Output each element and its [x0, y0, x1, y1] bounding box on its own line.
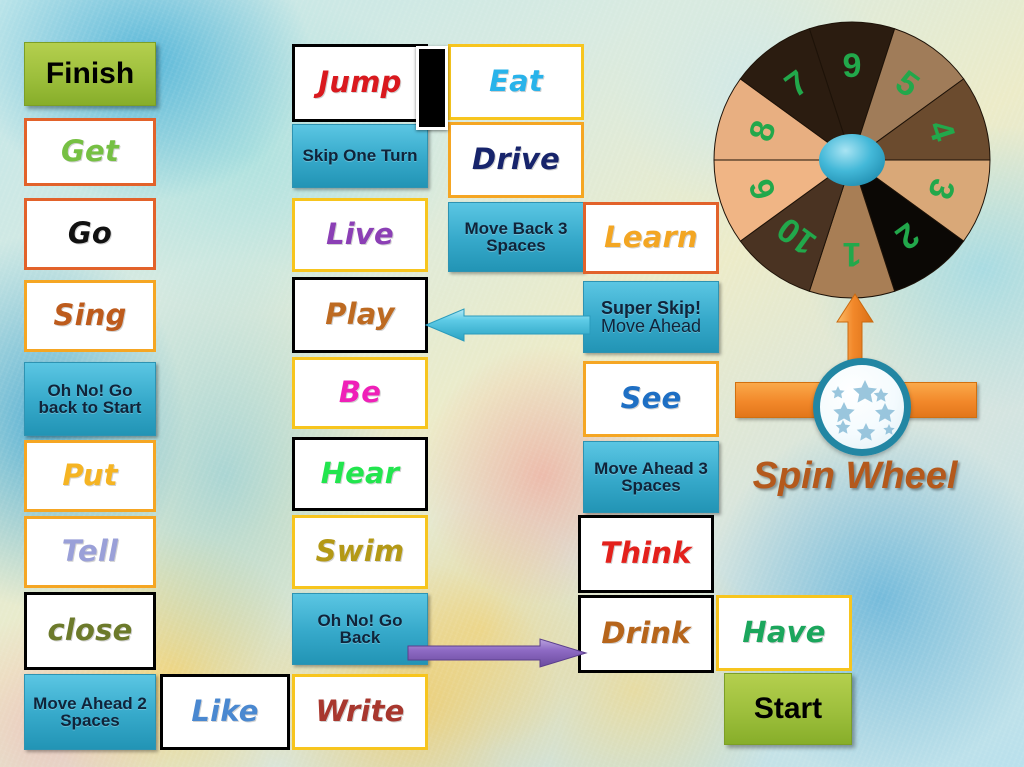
cell-label: Move Ahead 3 Spaces	[594, 458, 708, 495]
cell-live[interactable]: Live	[292, 198, 428, 272]
cell-label: close	[47, 613, 133, 648]
cell-label: Be	[338, 375, 382, 410]
cell-see[interactable]: See	[583, 361, 719, 437]
cell-start[interactable]: Start	[724, 673, 852, 745]
cell-label: Oh No! Go back to Start	[38, 380, 142, 417]
cell-close[interactable]: close	[24, 592, 156, 670]
cell-move-back-3[interactable]: Move Back 3 Spaces	[448, 202, 584, 272]
stars-icon	[831, 380, 895, 441]
cell-learn[interactable]: Learn	[583, 202, 719, 274]
cell-label: Like	[191, 694, 259, 729]
cell-label: Swim	[315, 534, 405, 569]
cell-label: Move Ahead 2 Spaces	[33, 693, 147, 730]
game-board: Finish Get Go Sing Oh No! Go back to Start Pu…	[0, 0, 1024, 767]
cell-have[interactable]: Have	[716, 595, 852, 671]
wheel-number-1: 1	[843, 235, 862, 273]
cell-label: Have	[742, 615, 826, 650]
cell-label: Finish	[45, 56, 135, 90]
cell-drive[interactable]: Drive	[448, 122, 584, 198]
spin-wheel-graphic[interactable]: 9 5432110687	[712, 20, 992, 300]
cell-sing[interactable]: Sing	[24, 280, 156, 352]
cell-skip-one-turn[interactable]: Skip One Turn	[292, 124, 428, 188]
cell-label: Jump	[318, 65, 402, 100]
spin-wheel-button[interactable]	[813, 358, 911, 456]
cell-play[interactable]: Play	[292, 277, 428, 353]
cell-hear[interactable]: Hear	[292, 437, 428, 511]
left-arrow-super-skip	[424, 308, 591, 342]
cell-label: Move Back 3 Spaces	[464, 218, 568, 255]
cell-label: Go	[67, 216, 113, 251]
spin-wheel-label: Spin Wheel	[752, 455, 958, 497]
cell-think[interactable]: Think	[578, 515, 714, 593]
spin-wheel[interactable]: 9 5 4 3 2 1 10 6 8 7	[712, 20, 992, 300]
cell-label: Sing	[53, 298, 127, 333]
cell-label: Write	[315, 694, 405, 729]
spin-bar-left	[735, 382, 825, 418]
cell-label: Put	[62, 458, 118, 493]
cell-eat[interactable]: Eat	[448, 44, 584, 120]
cell-label: Oh No! Go Back	[317, 610, 403, 647]
cell-label: Eat	[489, 64, 543, 99]
wheel-hub	[819, 134, 885, 186]
cell-go[interactable]: Go	[24, 198, 156, 270]
cell-label: Play	[325, 297, 395, 332]
spin-wheel-control[interactable]: Spin Wheel	[735, 293, 977, 500]
cell-label: Drink	[601, 616, 691, 651]
cell-finish[interactable]: Finish	[24, 42, 156, 106]
cell-label: Learn	[604, 220, 698, 255]
cell-get[interactable]: Get	[24, 118, 156, 186]
cell-be[interactable]: Be	[292, 357, 428, 429]
cell-move-ahead-3[interactable]: Move Ahead 3 Spaces	[583, 441, 719, 513]
cell-label: Hear	[320, 456, 400, 491]
cell-label: Think	[600, 536, 692, 571]
cell-label: Tell	[61, 534, 119, 569]
cell-tell[interactable]: Tell	[24, 516, 156, 588]
cell-super-skip[interactable]: Super Skip! Move Ahead	[583, 281, 719, 353]
right-arrow-go-back	[407, 638, 588, 668]
cell-label: Get	[61, 134, 119, 169]
wheel-number-9: 9	[843, 47, 862, 85]
cell-oh-no-start[interactable]: Oh No! Go back to Start	[24, 362, 156, 436]
super-skip-title: Super Skip!	[600, 297, 702, 318]
cell-move-ahead-2[interactable]: Move Ahead 2 Spaces	[24, 674, 156, 750]
super-skip-subtitle: Move Ahead	[600, 316, 702, 336]
cell-label: Live	[326, 217, 394, 252]
cell-label: See	[620, 381, 682, 416]
cell-write[interactable]: Write	[292, 674, 428, 750]
cell-label: Start	[753, 691, 823, 725]
cell-drink[interactable]: Drink	[578, 595, 714, 673]
cell-label: Drive	[472, 142, 560, 177]
cell-put[interactable]: Put	[24, 440, 156, 512]
cell-like[interactable]: Like	[160, 674, 290, 750]
cell-jump[interactable]: Jump	[292, 44, 428, 122]
player-token[interactable]	[416, 46, 448, 130]
cell-label: Skip One Turn	[302, 146, 418, 166]
cell-swim[interactable]: Swim	[292, 515, 428, 589]
